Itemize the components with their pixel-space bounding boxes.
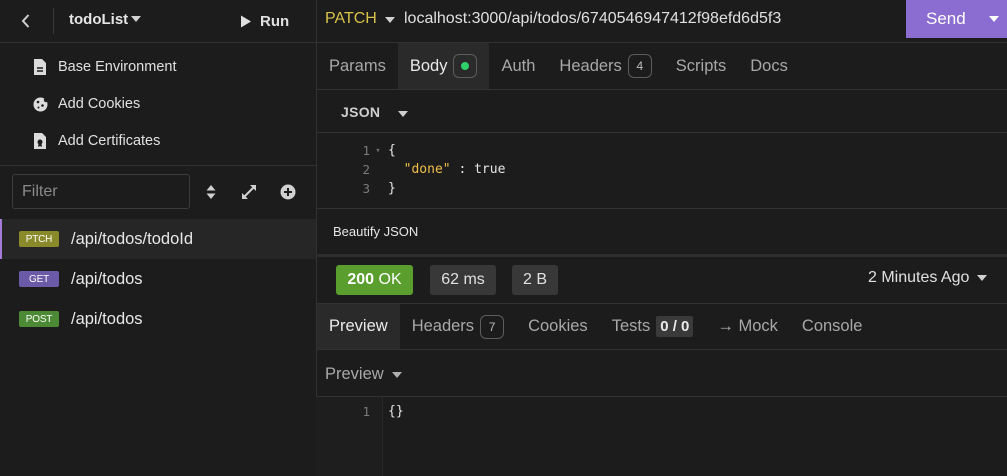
code-line[interactable]: 1 ▾{ <box>340 141 395 160</box>
tab-tests[interactable]: Tests 0 / 0 <box>600 304 706 349</box>
tab-docs[interactable]: Docs <box>738 43 800 89</box>
send-label: Send <box>926 9 966 28</box>
response-size-badge: 2 B <box>512 265 558 295</box>
response-code-line[interactable]: 1{} <box>340 402 403 421</box>
code-line[interactable]: 2 "done" : true <box>340 160 505 179</box>
sort-icon[interactable] <box>202 183 220 201</box>
tab-auth[interactable]: Auth <box>489 43 547 89</box>
request-item[interactable]: PTCH /api/todos/todoId <box>0 219 316 259</box>
request-path: /api/todos/todoId <box>71 229 194 248</box>
request-path: /api/todos <box>71 309 143 328</box>
url-input[interactable]: localhost:3000/api/todos/6740546947412f9… <box>404 10 781 28</box>
pane-splitter[interactable] <box>316 254 1007 257</box>
response-history-select[interactable]: 2 Minutes Ago <box>868 269 988 287</box>
header-divider <box>53 8 54 34</box>
certificate-icon <box>32 133 48 149</box>
body-status-dot-icon <box>453 54 478 78</box>
http-method-select[interactable]: PATCH <box>325 10 377 28</box>
add-circle-icon[interactable] <box>279 183 297 201</box>
preview-mode-select[interactable]: Preview <box>325 365 402 384</box>
project-header: todoList Run <box>0 0 316 42</box>
filter-input[interactable] <box>22 183 180 201</box>
project-name[interactable]: todoList <box>69 11 128 28</box>
status-code-badge: 200 OK <box>336 265 413 295</box>
divider <box>316 208 1007 209</box>
request-path: /api/todos <box>71 269 143 288</box>
tab-params[interactable]: Params <box>317 43 398 89</box>
caret-down-icon[interactable] <box>131 15 141 23</box>
play-icon <box>240 15 252 28</box>
run-label: Run <box>260 12 290 30</box>
divider <box>316 349 1007 350</box>
tab-response-headers[interactable]: Headers 7 <box>400 304 516 349</box>
tab-cookies[interactable]: Cookies <box>516 304 600 349</box>
tab-headers[interactable]: Headers 4 <box>547 43 663 89</box>
back-chevron-icon[interactable] <box>16 11 36 31</box>
divider <box>316 89 1007 90</box>
divider <box>0 165 316 166</box>
beautify-json-button[interactable]: Beautify JSON <box>333 224 418 239</box>
add-certificates-item[interactable]: Add Certificates <box>32 130 160 152</box>
body-format-select[interactable]: JSON <box>341 104 380 120</box>
divider <box>316 396 1007 397</box>
request-item[interactable]: POST /api/todos <box>0 299 316 339</box>
divider <box>316 132 1007 133</box>
send-button[interactable]: Send <box>906 0 1007 38</box>
expand-icon[interactable] <box>240 183 258 201</box>
tab-scripts[interactable]: Scripts <box>664 43 738 89</box>
request-item[interactable]: GET /api/todos <box>0 259 316 299</box>
code-line[interactable]: 3} <box>340 179 395 198</box>
run-button[interactable]: Run <box>240 10 289 32</box>
method-badge: PTCH <box>19 231 59 247</box>
cookie-icon <box>32 96 48 112</box>
send-options-caret-icon[interactable] <box>980 0 1007 38</box>
divider <box>0 42 316 43</box>
response-time-badge: 62 ms <box>430 265 496 295</box>
caret-down-icon <box>977 274 988 282</box>
sidebar: todoList Run Base Environment Add Cookie… <box>0 0 316 476</box>
caret-down-icon[interactable] <box>398 110 408 118</box>
caret-down-icon <box>391 371 402 379</box>
headers-count-badge: 4 <box>627 54 652 78</box>
tab-mock[interactable]: → Mock <box>705 304 790 349</box>
request-tabs: Params Body Auth Headers 4 Scripts Docs <box>317 43 800 89</box>
caret-down-icon[interactable] <box>385 16 395 24</box>
add-cookies-item[interactable]: Add Cookies <box>32 93 140 115</box>
base-environment-item[interactable]: Base Environment <box>32 56 176 78</box>
document-icon <box>32 59 48 75</box>
tab-preview[interactable]: Preview <box>317 304 400 349</box>
method-badge: POST <box>19 311 59 327</box>
filter-input-wrapper[interactable] <box>12 174 190 209</box>
tab-body[interactable]: Body <box>397 43 490 89</box>
tab-console[interactable]: Console <box>790 304 875 349</box>
response-tabs: Preview Headers 7 Cookies Tests 0 / 0 → … <box>317 304 874 349</box>
method-badge: GET <box>19 271 59 287</box>
tests-count: 0 / 0 <box>656 316 694 337</box>
headers-count-badge: 7 <box>480 314 505 339</box>
